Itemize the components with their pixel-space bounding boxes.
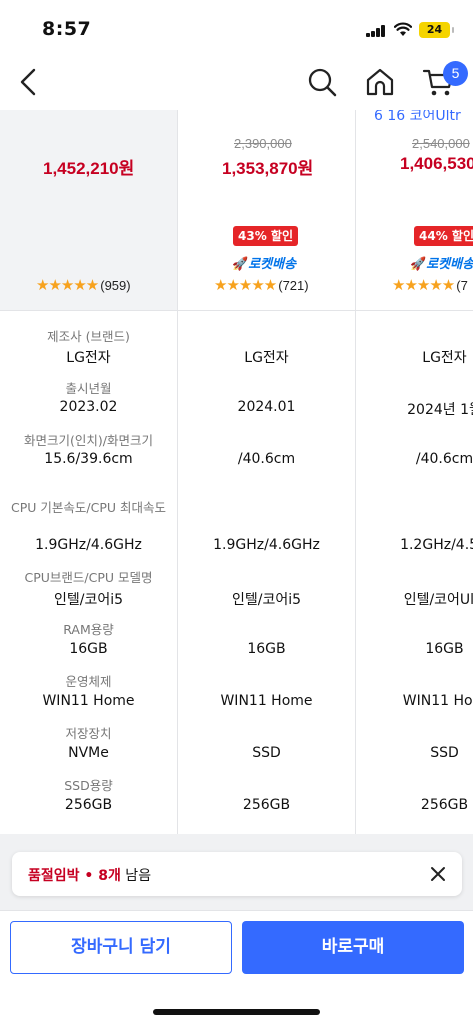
add-to-cart-button[interactable]: 장바구니 담기: [10, 921, 232, 974]
spec-value: 256GB: [242, 797, 291, 813]
spec-label-screen: 화면크기(인치)/화면크기: [24, 433, 153, 448]
discount-badge: 44% 할인: [414, 226, 473, 246]
spec-value: 인텔/코어Ultr: [403, 592, 473, 608]
status-bar: 8:57 24: [0, 0, 473, 56]
rocket-delivery-label: 로켓배송: [426, 257, 473, 272]
cellular-signal-icon: [366, 25, 386, 37]
review-count: (959): [100, 278, 131, 293]
spec-label-ssd: SSD용량: [64, 778, 113, 793]
rating-stars-icon: ★★★★★: [392, 277, 455, 294]
stock-count: 8개: [98, 868, 121, 884]
spec-value: LG전자: [422, 350, 467, 366]
product-column-2[interactable]: [178, 110, 355, 834]
review-count: (7: [456, 278, 468, 293]
spec-value: 인텔/코어i5: [53, 592, 124, 608]
home-indicator[interactable]: [153, 1009, 320, 1015]
product-comparison-table[interactable]: 6 16 코어Ultr 1,452,210원 ★★★★★ (959) 2,390,…: [0, 110, 473, 834]
review-count: (721): [278, 278, 309, 293]
rating-stars-icon: ★★★★★: [36, 277, 99, 294]
spec-label-release: 출시년월: [65, 381, 112, 396]
spec-value: 2024년 1월: [407, 402, 473, 418]
spec-value: 2024.01: [237, 399, 296, 415]
stock-alert-text: 품절임박 • 8개 남음: [28, 865, 151, 885]
top-nav: [0, 56, 473, 110]
sale-price: 1,406,530: [400, 154, 473, 173]
buy-now-button[interactable]: 바로구매: [242, 921, 464, 974]
sale-price: 1,353,870원: [222, 159, 314, 178]
sale-price: 1,452,210원: [43, 159, 135, 178]
spec-value: 1.9GHz/4.6GHz: [213, 537, 320, 553]
battery-icon: 24: [419, 22, 454, 38]
spec-value: 15.6/39.6cm: [44, 451, 133, 467]
rating-stars-icon: ★★★★★: [214, 277, 277, 294]
spec-value: 2023.02: [59, 399, 118, 415]
spec-label-cpu-speed: CPU 기본속도/CPU 최대속도: [11, 500, 166, 515]
stock-separator: •: [79, 868, 99, 884]
spec-value: 16GB: [247, 641, 286, 657]
original-price: 2,540,000: [412, 136, 470, 151]
cart-count-badge: 5: [443, 61, 468, 86]
spec-value: 1.9GHz/4.6GHz: [35, 537, 142, 553]
spec-label-cpu-model: CPU브랜드/CPU 모델명: [24, 570, 153, 585]
spec-value: 256GB: [64, 797, 113, 813]
back-arrow-icon[interactable]: [14, 64, 46, 100]
product-rating: ★★★★★ (721): [214, 276, 309, 294]
close-icon[interactable]: [426, 862, 450, 886]
spec-label-os: 운영체제: [65, 674, 112, 689]
rocket-delivery-label: 로켓배송: [248, 257, 297, 272]
spec-value: 256GB: [420, 797, 469, 813]
spec-value: WIN11 Hom: [402, 693, 473, 709]
rocket-icon: 🚀: [410, 257, 427, 272]
stock-alert-banner: 품절임박 • 8개 남음: [12, 852, 462, 896]
product-3-title[interactable]: 6 16 코어Ultr: [374, 110, 461, 120]
product-rating: ★★★★★ (7: [392, 276, 468, 294]
stock-status: 품절임박: [28, 868, 80, 884]
search-icon[interactable]: [306, 66, 338, 98]
status-time: 8:57: [42, 18, 92, 40]
column-divider: [177, 110, 178, 834]
column-divider: [355, 110, 356, 834]
rocket-delivery-badge: 🚀로켓배송: [232, 253, 296, 272]
product-rating: ★★★★★ (959): [36, 276, 131, 294]
spec-value: WIN11 Home: [42, 693, 135, 709]
spec-value: LG전자: [66, 350, 111, 366]
spec-value: /40.6cm: [415, 451, 473, 467]
spec-value: 1.2GHz/4.5G: [400, 537, 473, 553]
spec-label-ram: RAM용량: [63, 622, 114, 637]
spec-value: NVMe: [68, 745, 109, 761]
original-price: 2,390,000: [234, 136, 292, 151]
home-icon[interactable]: [364, 66, 396, 98]
stock-suffix: 남음: [120, 868, 152, 884]
product-column-3[interactable]: [356, 110, 473, 834]
discount-badge: 43% 할인: [233, 226, 298, 246]
spec-value: 인텔/코어i5: [231, 592, 302, 608]
spec-value: /40.6cm: [237, 451, 296, 467]
wifi-icon: [394, 22, 412, 36]
spec-value: 16GB: [69, 641, 108, 657]
rocket-icon: 🚀: [232, 257, 249, 272]
spec-value: 16GB: [425, 641, 464, 657]
rocket-delivery-badge: 🚀로켓배송: [410, 253, 473, 272]
spec-value: LG전자: [244, 350, 289, 366]
spec-label-brand: 제조사 (브랜드): [47, 329, 130, 344]
spec-value: WIN11 Home: [220, 693, 313, 709]
spec-value: SSD: [252, 745, 281, 761]
spec-label-storage: 저장장치: [65, 726, 112, 741]
row-divider: [0, 310, 473, 311]
purchase-action-bar: 장바구니 담기 바로구매: [0, 910, 473, 1024]
spec-value: SSD: [430, 745, 459, 761]
